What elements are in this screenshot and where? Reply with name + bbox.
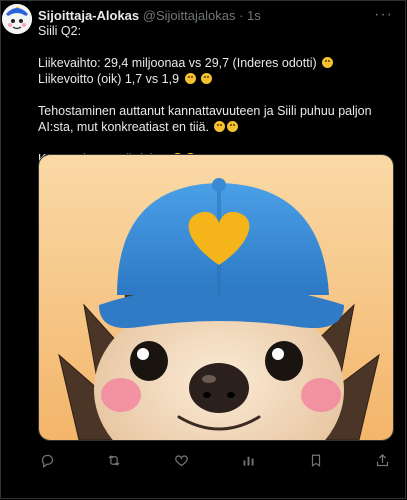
author-handle[interactable]: @Sijoittajalokas [143,8,236,23]
retweet-icon[interactable] [105,451,123,469]
share-icon[interactable] [374,451,392,469]
confused-face-emoji-icon [214,121,226,132]
more-options-icon[interactable]: ··· [374,6,393,24]
neutral-face-emoji-icon [201,73,213,84]
confused-face-emoji-icon [184,73,196,84]
bookmark-icon[interactable] [307,451,325,469]
separator-dot: · [239,8,244,23]
reply-icon[interactable] [38,451,56,469]
author-name[interactable]: Sijoittaja-Alokas [38,8,139,23]
hedgehog-illustration [39,155,393,440]
tweet-time[interactable]: 1s [247,8,261,23]
tweet-line-profit: Liikevoitto (oik) 1,7 vs 1,9 [38,71,397,87]
tweet-line-revenue: Liikevaihto: 29,4 miljoonaa vs 29,7 (Ind… [38,55,397,71]
tweet-image[interactable] [38,154,394,441]
tweet-actions [38,450,392,470]
like-icon[interactable] [172,451,190,469]
neutral-face-emoji-icon [322,57,334,68]
neutral-face-emoji-icon [227,121,239,132]
tweet-line-efficiency: Tehostaminen auttanut kannattavuuteen ja… [38,104,372,134]
tweet-line-title: Siili Q2: [38,24,82,38]
author-avatar[interactable] [2,4,32,34]
tweet-text: Siili Q2: Liikevaihto: 29,4 miljoonaa vs… [38,23,397,167]
tweet-header: Sijoittaja-Alokas @Sijoittajalokas · 1s [38,8,377,24]
views-icon[interactable] [240,451,258,469]
